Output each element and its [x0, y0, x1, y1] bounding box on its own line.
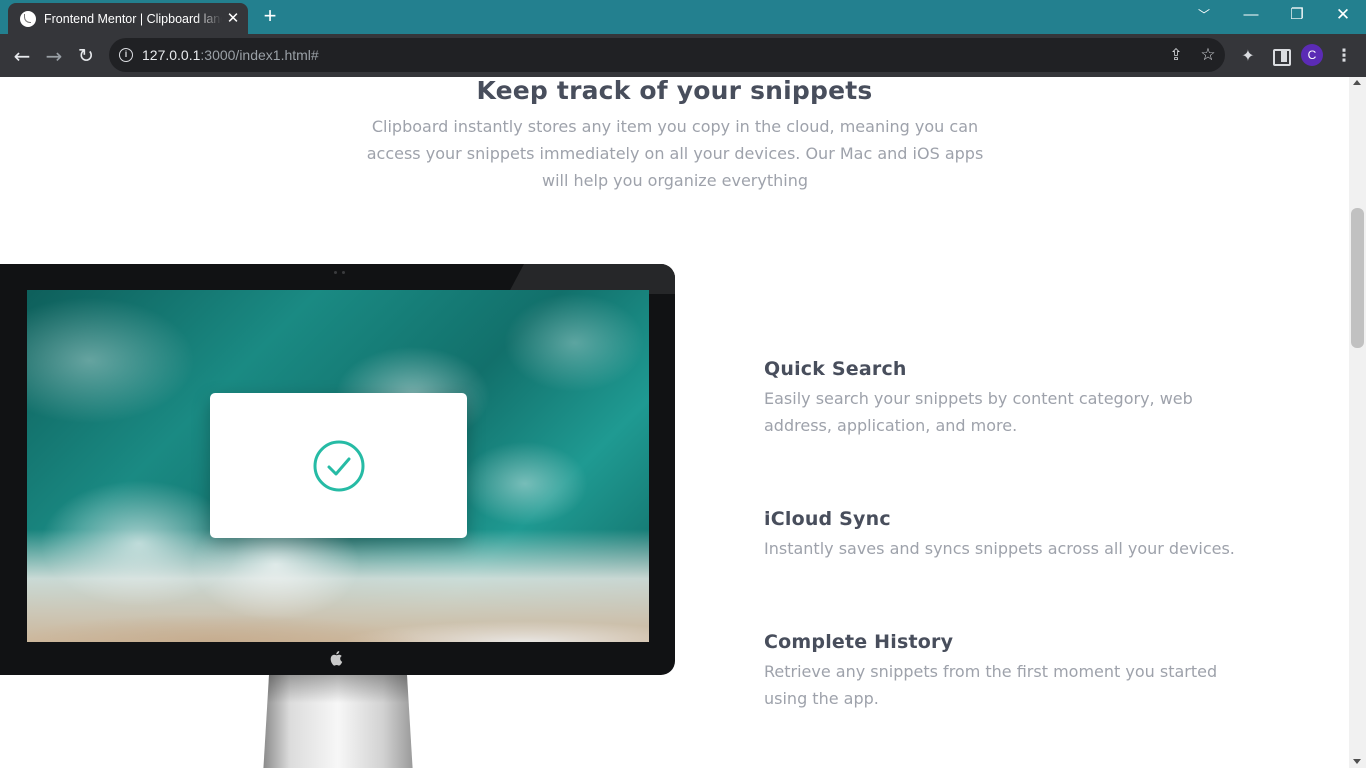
- reload-button[interactable]: ↻: [73, 43, 99, 69]
- site-info-icon[interactable]: i: [119, 48, 133, 62]
- forward-button[interactable]: →: [41, 43, 67, 69]
- browser-toolbar: ← → ↻ i 127.0.0.1:3000/index1.html# ⇪ ☆ …: [0, 34, 1366, 77]
- feature-quick-search: Quick Search Easily search your snippets…: [764, 356, 1234, 439]
- url-host: 127.0.0.1: [142, 47, 201, 63]
- feature-title: Complete History: [764, 631, 954, 653]
- scroll-down-arrow-icon[interactable]: [1353, 759, 1361, 764]
- monitor-screen: [27, 290, 649, 642]
- feature-complete-history: Complete History Retrieve any snippets f…: [764, 629, 1254, 712]
- side-panel-icon[interactable]: [1269, 45, 1291, 67]
- tab-close-button[interactable]: ✕: [224, 9, 242, 27]
- browser-tab[interactable]: Frontend Mentor | Clipboard landing page…: [8, 3, 248, 34]
- extensions-puzzle-icon[interactable]: ✦: [1237, 45, 1259, 67]
- feature-title: iCloud Sync: [764, 508, 891, 530]
- camera-icon: [334, 271, 346, 275]
- tab-search-icon[interactable]: ﹀: [1181, 0, 1227, 30]
- browser-titlebar: Frontend Mentor | Clipboard landing page…: [0, 0, 1366, 34]
- section-heading: Keep track of your snippets: [476, 77, 873, 105]
- apple-logo-icon: [330, 651, 343, 666]
- url-text[interactable]: 127.0.0.1:3000/index1.html#: [142, 46, 319, 64]
- monitor-illustration: [0, 264, 675, 675]
- url-path: :3000/index1.html#: [200, 47, 319, 63]
- new-tab-button[interactable]: +: [259, 5, 281, 28]
- tab-favicon-icon: [20, 11, 36, 27]
- feature-title: Quick Search: [764, 358, 907, 380]
- page-viewport: Keep track of your snippets Clipboard in…: [0, 77, 1366, 768]
- browser-menu-icon[interactable]: ⋮: [1333, 45, 1355, 67]
- tab-title: Frontend Mentor | Clipboard landing page: [44, 12, 222, 26]
- close-window-button[interactable]: ✕: [1320, 0, 1366, 30]
- minimize-button[interactable]: —: [1228, 0, 1274, 30]
- section-intro: Clipboard instantly stores any item you …: [366, 117, 984, 190]
- address-bar[interactable]: i 127.0.0.1:3000/index1.html# ⇪ ☆: [109, 38, 1225, 72]
- beach-sand: [27, 590, 649, 642]
- feature-icloud-sync: iCloud Sync Instantly saves and syncs sn…: [764, 506, 1284, 562]
- checkmark-circle-icon: [313, 440, 365, 492]
- restore-button[interactable]: ❐: [1274, 0, 1320, 30]
- scrollbar-thumb[interactable]: [1351, 208, 1364, 348]
- feature-description: Easily search your snippets by content c…: [764, 389, 1193, 435]
- vertical-scrollbar[interactable]: [1349, 77, 1366, 768]
- feature-description: Retrieve any snippets from the first mom…: [764, 662, 1218, 708]
- confirmation-card: [210, 393, 467, 538]
- bookmark-star-icon[interactable]: ☆: [1198, 45, 1218, 65]
- profile-avatar[interactable]: C: [1301, 44, 1323, 66]
- back-button[interactable]: ←: [9, 43, 35, 69]
- scroll-up-arrow-icon[interactable]: [1353, 80, 1361, 85]
- monitor-stand: [263, 675, 413, 768]
- feature-description: Instantly saves and syncs snippets acros…: [764, 539, 1235, 558]
- share-icon[interactable]: ⇪: [1166, 45, 1186, 65]
